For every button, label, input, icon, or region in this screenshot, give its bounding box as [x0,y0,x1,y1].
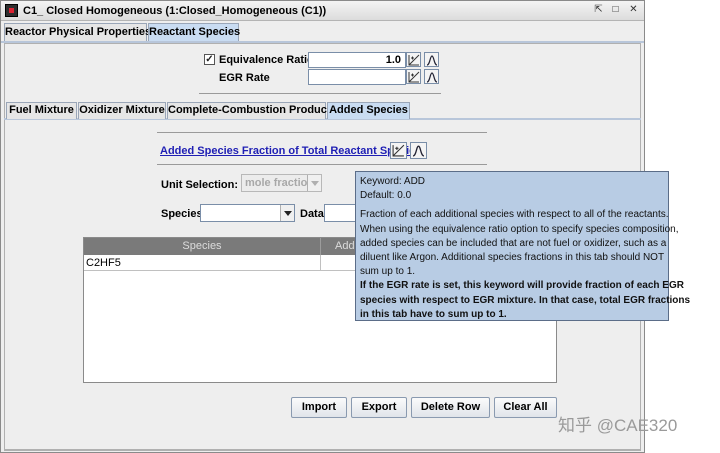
egr-rate-input[interactable] [308,69,406,85]
restore-icon[interactable]: ⇱ [592,4,605,17]
tooltip-default: Default: 0.0 [360,190,412,202]
delete-row-button[interactable]: Delete Row [411,397,490,418]
chevron-down-icon [280,205,294,221]
parameter-study-icon[interactable] [406,69,421,84]
species-combo[interactable] [200,204,295,222]
app-icon [5,4,18,17]
parameter-study-icon[interactable] [406,52,421,67]
watermark: 知乎 @CAE320 [558,416,678,435]
separator [157,132,487,133]
egr-rate-label: EGR Rate [219,72,270,84]
tooltip-bold-line: species with respect to EGR mixture. In … [360,294,691,306]
tooltip-line: added species can be included that are n… [360,237,667,249]
added-species-fraction-link[interactable]: Added Species Fraction of Total Reactant… [160,145,421,157]
clear-all-button[interactable]: Clear All [494,397,557,418]
equivalence-ratio-checkbox[interactable]: ✓ [204,54,215,65]
tooltip-bold-line: in this tab have to sum up to 1. [360,308,507,320]
tab-oxidizer-mixture[interactable]: Oxidizer Mixture [78,102,166,119]
column-header-species[interactable]: Species [84,238,321,255]
tab-added-species[interactable]: Added Species [327,102,410,119]
screenshot-root: C1_ Closed Homogeneous (1:Closed_Homogen… [0,0,720,453]
import-button[interactable]: Import [291,397,347,418]
window-title: C1_ Closed Homogeneous (1:Closed_Homogen… [23,5,327,17]
species-label: Species [161,208,203,220]
equivalence-ratio-label: Equivalence Ratio [219,54,314,66]
chevron-down-icon [307,175,321,191]
tab-fuel-mixture[interactable]: Fuel Mixture [6,102,77,119]
unit-selection-value: mole fraction [245,177,315,189]
profile-curve-icon[interactable] [424,69,439,84]
tooltip-line: When using the equivalence ratio option … [360,223,679,235]
tooltip-bold-line: If the EGR rate is set, this keyword wil… [360,280,684,292]
profile-curve-icon[interactable] [424,52,439,67]
title-bar[interactable]: C1_ Closed Homogeneous (1:Closed_Homogen… [1,1,644,21]
unit-selection-combo[interactable]: mole fraction [241,174,322,192]
tooltip-line: sum up to 1. [360,266,416,278]
export-button[interactable]: Export [351,397,407,418]
close-icon[interactable]: ✕ [627,4,640,17]
tab-reactant-species[interactable]: Reactant Species [148,23,240,41]
separator [157,164,487,165]
tab-reactor-physical-properties[interactable]: Reactor Physical Properties [4,23,151,41]
data-label: Data [300,208,324,220]
separator [199,93,441,94]
maximize-icon[interactable]: □ [609,4,622,17]
keyword-tooltip: Keyword: ADD Default: 0.0 Fraction of ea… [355,171,691,321]
tooltip-line: diluent like Argon. Additional species f… [360,252,665,264]
equivalence-ratio-input[interactable]: 1.0 [308,52,406,68]
parameter-study-icon[interactable] [390,142,407,159]
unit-selection-label: Unit Selection: [161,179,239,191]
tab-complete-combustion-products[interactable]: Complete-Combustion Products [167,102,337,119]
tooltip-line: Fraction of each additional species with… [360,209,669,221]
table-cell-species[interactable]: C2HF5 [84,255,321,271]
tooltip-keyword: Keyword: ADD [360,176,426,187]
profile-curve-icon[interactable] [410,142,427,159]
